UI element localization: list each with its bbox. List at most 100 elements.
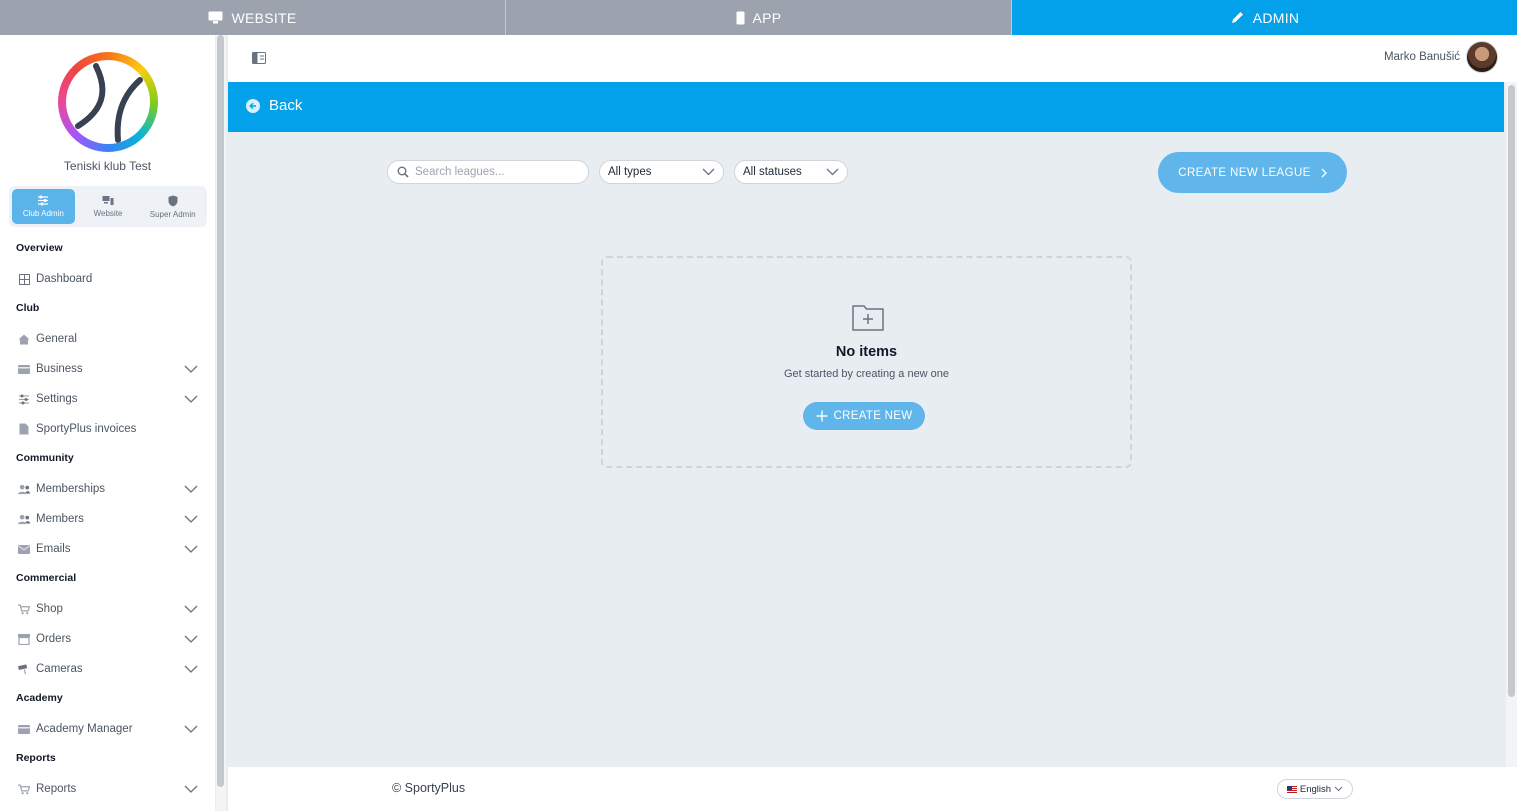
create-new-button[interactable]: CREATE NEW <box>803 402 925 430</box>
copyright-text: © SportyPlus <box>392 781 466 795</box>
pen-icon <box>1231 12 1243 23</box>
main-scrollbar[interactable] <box>1506 82 1517 767</box>
status-filter-select[interactable]: All statuses <box>734 160 848 184</box>
sidebar-item-emails[interactable]: Emails <box>0 537 215 561</box>
empty-state: No items Get started by creating a new o… <box>601 256 1132 468</box>
mode-tab-label: WEBSITE <box>231 9 297 26</box>
role-super-admin[interactable]: Super Admin <box>141 189 204 224</box>
chevron-down-icon <box>184 485 198 493</box>
sidebar-item-orders[interactable]: Orders <box>0 627 215 651</box>
search-input[interactable] <box>415 166 575 178</box>
mode-tab-website[interactable]: WEBSITE <box>0 0 506 35</box>
sidebar-item-general[interactable]: General <box>0 327 215 351</box>
users-icon <box>18 484 30 494</box>
search-icon <box>397 166 409 178</box>
chevron-down-icon <box>184 665 198 673</box>
back-button[interactable]: Back <box>246 97 302 114</box>
user-menu[interactable]: Marko Banušić <box>1384 41 1498 73</box>
user-name: Marko Banušić <box>1383 51 1460 63</box>
nav-section-overview: Overview <box>16 242 63 254</box>
sidebar: Teniski klub Test Club Admin Website Sup… <box>0 35 215 811</box>
chevron-down-icon <box>184 545 198 553</box>
mode-tab-label: APP <box>752 9 782 26</box>
cart-icon <box>18 784 30 794</box>
sidebar-item-label: General <box>36 333 77 345</box>
box-icon <box>18 633 30 645</box>
sidebar-item-label: SportyPlus invoices <box>36 423 137 435</box>
chevron-right-icon <box>1321 168 1327 177</box>
mode-tab-label: ADMIN <box>1252 9 1300 26</box>
sidebar-item-memberships[interactable]: Memberships <box>0 477 215 501</box>
chevron-down-icon <box>184 605 198 613</box>
chevron-down-icon <box>702 168 715 176</box>
club-name: Teniski klub Test <box>63 159 152 173</box>
mode-tab-admin[interactable]: ADMIN <box>1012 0 1517 35</box>
page-header: Marko Banušić <box>228 35 1517 82</box>
sidebar-item-settings[interactable]: Settings <box>0 387 215 411</box>
back-label: Back <box>269 97 303 114</box>
create-new-league-button[interactable]: CREATE NEW LEAGUE <box>1158 152 1347 193</box>
sidebar-item-academy-manager[interactable]: Academy Manager <box>0 717 215 741</box>
sidebar-item-label: Shop <box>36 603 63 615</box>
type-filter-select[interactable]: All types <box>599 160 724 184</box>
sidebar-scrollbar-thumb[interactable] <box>217 35 224 787</box>
sidebar-item-reports[interactable]: Reports <box>0 777 215 801</box>
sidebar-item-label: Dashboard <box>36 273 93 285</box>
chevron-down-icon <box>184 635 198 643</box>
sidebar-item-members[interactable]: Members <box>0 507 215 531</box>
sidebar-scrollbar[interactable] <box>216 35 226 811</box>
mail-icon <box>18 544 30 554</box>
card-icon <box>18 724 30 734</box>
chevron-down-icon <box>184 785 198 793</box>
mobile-icon <box>736 11 745 24</box>
sidebar-toggle-button[interactable] <box>252 51 266 65</box>
document-icon <box>19 423 29 435</box>
sliders-icon <box>38 195 49 206</box>
chevron-down-icon <box>184 515 198 523</box>
sidebar-item-sportyplus-invoices[interactable]: SportyPlus invoices <box>0 417 215 441</box>
footer: © SportyPlus English <box>228 767 1517 811</box>
role-switcher: Club Admin Website Super Admin <box>9 186 207 227</box>
sliders-icon <box>19 394 29 404</box>
empty-state-subtitle: Get started by creating a new one <box>783 368 950 380</box>
chevron-down-icon <box>826 168 839 176</box>
users-icon <box>18 514 30 524</box>
empty-state-title: No items <box>835 344 898 360</box>
sidebar-item-label: Cameras <box>36 663 83 675</box>
language-value: English <box>1299 783 1332 795</box>
chevron-down-icon <box>184 395 198 403</box>
role-club-admin[interactable]: Club Admin <box>12 189 75 224</box>
sidebar-item-business[interactable]: Business <box>0 357 215 381</box>
sidebar-item-cameras[interactable]: Cameras <box>0 657 215 681</box>
role-label: Website <box>93 209 123 218</box>
chevron-down-icon <box>1334 786 1343 792</box>
create-new-league-label: CREATE NEW LEAGUE <box>1178 166 1311 179</box>
sidebar-item-label: Academy Manager <box>36 723 133 735</box>
sidebar-item-label: Settings <box>36 393 78 405</box>
mode-tab-app[interactable]: APP <box>506 0 1012 35</box>
sidebar-item-label: Reports <box>36 783 77 795</box>
sidebar-item-dashboard[interactable]: Dashboard <box>0 267 215 291</box>
type-filter-value: All types <box>608 166 652 178</box>
camera-icon <box>18 663 28 674</box>
main-scrollbar-thumb[interactable] <box>1508 85 1515 697</box>
mode-bar: WEBSITE APP ADMIN <box>0 0 1517 35</box>
role-website[interactable]: Website <box>77 189 140 224</box>
search-field <box>387 160 589 184</box>
chevron-down-icon <box>184 365 198 373</box>
club-logo <box>58 52 158 152</box>
shield-icon <box>168 195 178 206</box>
us-flag-icon <box>1286 785 1297 793</box>
language-select[interactable]: English <box>1277 779 1353 799</box>
cart-icon <box>18 604 30 614</box>
back-bar: Back <box>228 82 1504 132</box>
sidebar-item-label: Emails <box>36 543 71 555</box>
folder-plus-icon <box>852 305 884 331</box>
sidebar-item-shop[interactable]: Shop <box>0 597 215 621</box>
sidebar-item-label: Memberships <box>36 483 106 495</box>
status-filter-value: All statuses <box>743 166 802 178</box>
sidebar-toggle-icon <box>252 52 266 64</box>
nav-section-academy: Academy <box>16 692 63 704</box>
nav-section-reports: Reports <box>16 752 56 764</box>
sidebar-item-label: Business <box>36 363 83 375</box>
